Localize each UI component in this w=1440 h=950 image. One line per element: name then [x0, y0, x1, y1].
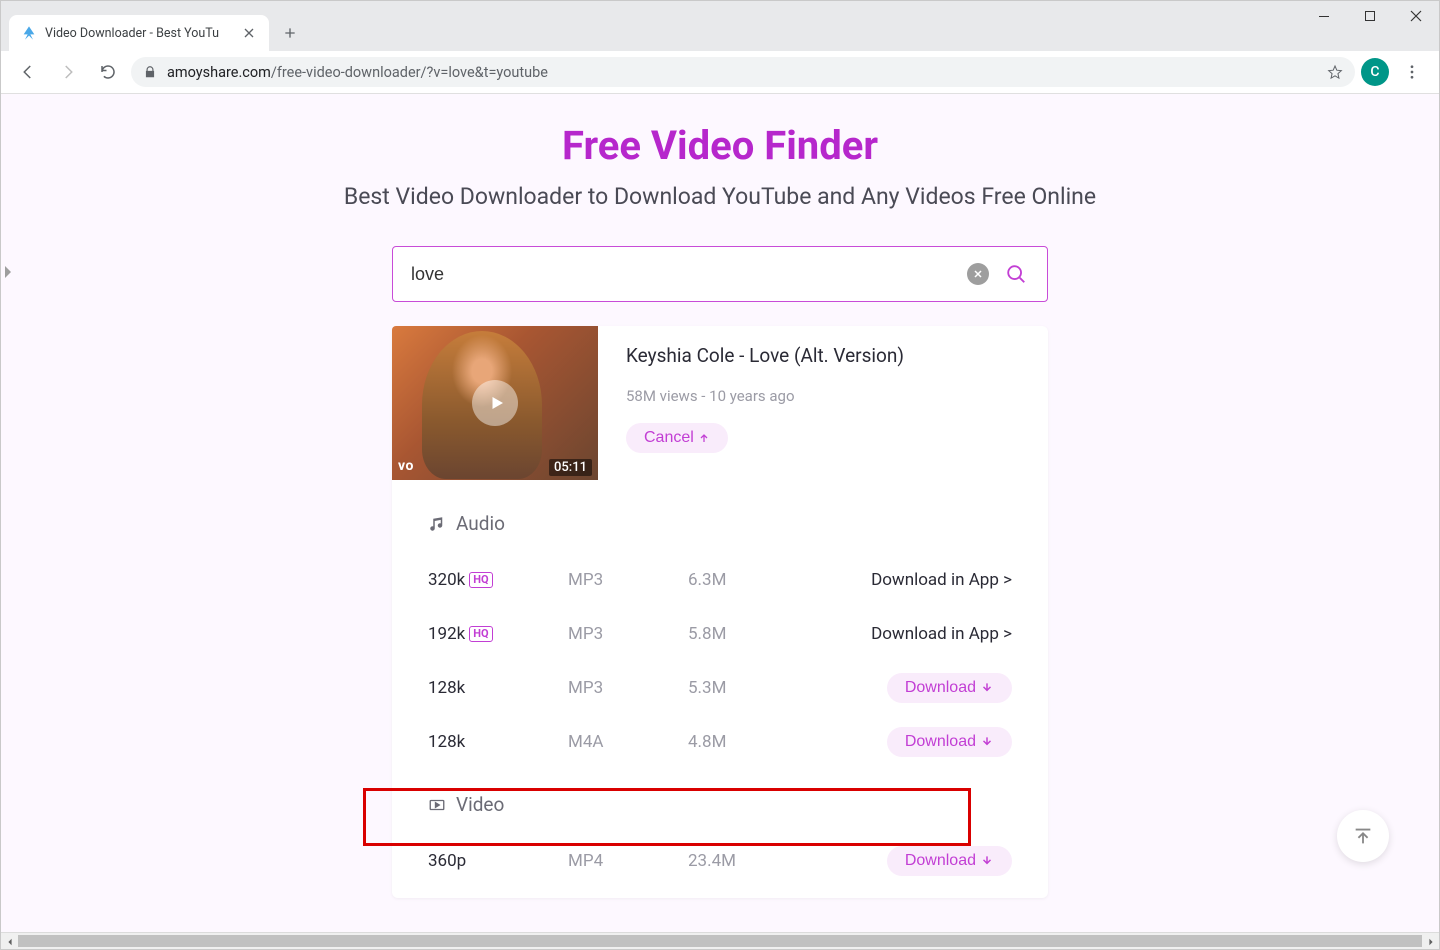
download-row: 192kHQMP35.8M Download in App > — [428, 607, 1012, 661]
forward-button[interactable] — [51, 55, 85, 89]
viewport: Free Video Finder Best Video Downloader … — [1, 94, 1439, 932]
result-header: vo 05:11 Keyshia Cole - Love (Alt. Versi… — [392, 326, 1048, 480]
back-button[interactable] — [11, 55, 45, 89]
new-tab-button[interactable] — [275, 18, 305, 48]
result-info: Keyshia Cole - Love (Alt. Version) 58M v… — [598, 326, 1048, 453]
avatar-letter: C — [1370, 64, 1379, 80]
tab-title: Video Downloader - Best YouTu — [45, 26, 233, 41]
maximize-button[interactable] — [1347, 1, 1393, 31]
format-cell: M4A — [568, 732, 688, 752]
tabs-row: Video Downloader - Best YouTu — [1, 1, 305, 51]
minimize-button[interactable] — [1301, 1, 1347, 31]
download-row: 128kMP35.3M Download — [428, 661, 1012, 715]
tab-close-icon[interactable] — [241, 25, 257, 41]
arrow-down-icon — [980, 681, 994, 695]
search-box — [392, 246, 1048, 302]
video-icon — [428, 796, 446, 814]
browser-window: Video Downloader - Best YouTu amoyshare.… — [0, 0, 1440, 950]
quality-cell: 128k — [428, 678, 568, 698]
result-title: Keyshia Cole - Love (Alt. Version) — [626, 344, 1028, 367]
cancel-label: Cancel — [644, 429, 694, 447]
result-meta: 58M views - 10 years ago — [626, 387, 1028, 405]
audio-label: Audio — [456, 512, 505, 535]
bookmark-star-icon[interactable] — [1327, 64, 1343, 80]
duration-badge: 05:11 — [549, 459, 592, 476]
clear-button[interactable] — [967, 263, 989, 285]
action-cell: Download — [808, 846, 1012, 876]
action-cell: Download in App > — [808, 624, 1012, 644]
scroll-left-arrow-icon[interactable] — [1, 933, 18, 950]
arrow-down-icon — [980, 735, 994, 749]
page-content[interactable]: Free Video Finder Best Video Downloader … — [1, 94, 1439, 932]
cancel-button[interactable]: Cancel — [626, 423, 728, 453]
download-in-app-link[interactable]: Download in App > — [871, 624, 1012, 644]
favicon-icon — [21, 25, 37, 41]
arrow-up-icon — [698, 432, 710, 444]
download-button[interactable]: Download — [887, 673, 1012, 703]
address-bar[interactable]: amoyshare.com/free-video-downloader/?v=l… — [131, 57, 1355, 87]
browser-tab[interactable]: Video Downloader - Best YouTu — [9, 15, 269, 51]
scroll-right-arrow-icon[interactable] — [1422, 933, 1439, 950]
size-cell: 6.3M — [688, 570, 808, 590]
action-cell: Download in App > — [808, 570, 1012, 590]
hq-badge: HQ — [469, 626, 492, 642]
vevo-badge: vo — [398, 458, 414, 474]
side-panel-handle[interactable] — [3, 264, 13, 284]
download-button[interactable]: Download — [887, 846, 1012, 876]
quality-cell: 360p — [428, 851, 568, 871]
page-title: Free Video Finder — [562, 122, 878, 169]
result-card: vo 05:11 Keyshia Cole - Love (Alt. Versi… — [392, 326, 1048, 898]
profile-avatar[interactable]: C — [1361, 58, 1389, 86]
page-subtitle: Best Video Downloader to Download YouTub… — [344, 183, 1096, 210]
scroll-thumb[interactable] — [18, 935, 1422, 947]
video-thumbnail[interactable]: vo 05:11 — [392, 326, 598, 480]
size-cell: 5.3M — [688, 678, 808, 698]
format-cell: MP3 — [568, 678, 688, 698]
window-controls — [1301, 1, 1439, 31]
format-cell: MP3 — [568, 624, 688, 644]
browser-menu-button[interactable] — [1395, 55, 1429, 89]
music-note-icon — [428, 515, 446, 533]
quality-cell: 320kHQ — [428, 570, 568, 590]
video-label: Video — [456, 793, 504, 816]
horizontal-scrollbar[interactable] — [1, 932, 1439, 949]
arrow-down-icon — [980, 854, 994, 868]
download-in-app-link[interactable]: Download in App > — [871, 570, 1012, 590]
download-row: 360pMP423.4M Download — [428, 834, 1012, 888]
size-cell: 23.4M — [688, 851, 808, 871]
size-cell: 4.8M — [688, 732, 808, 752]
format-cell: MP3 — [568, 570, 688, 590]
lock-icon — [143, 65, 157, 79]
close-window-button[interactable] — [1393, 1, 1439, 31]
action-cell: Download — [808, 673, 1012, 703]
search-button[interactable] — [1003, 261, 1029, 287]
action-cell: Download — [808, 727, 1012, 757]
download-button[interactable]: Download — [887, 727, 1012, 757]
quality-cell: 192kHQ — [428, 624, 568, 644]
hq-badge: HQ — [469, 572, 492, 588]
toolbar: amoyshare.com/free-video-downloader/?v=l… — [1, 51, 1439, 94]
quality-cell: 128k — [428, 732, 568, 752]
format-cell: MP4 — [568, 851, 688, 871]
reload-button[interactable] — [91, 55, 125, 89]
search-input[interactable] — [411, 264, 953, 285]
download-sections: Audio 320kHQMP36.3MDownload in App >192k… — [392, 480, 1048, 898]
url-text: amoyshare.com/free-video-downloader/?v=l… — [167, 64, 1317, 81]
audio-section-header: Audio — [428, 512, 1012, 535]
scroll-to-top-button[interactable] — [1337, 810, 1389, 862]
download-row: 320kHQMP36.3M Download in App > — [428, 553, 1012, 607]
video-section-header: Video — [428, 793, 1012, 816]
size-cell: 5.8M — [688, 624, 808, 644]
play-icon[interactable] — [472, 380, 518, 426]
download-row: 128kM4A4.8M Download — [428, 715, 1012, 769]
titlebar: Video Downloader - Best YouTu — [1, 1, 1439, 51]
